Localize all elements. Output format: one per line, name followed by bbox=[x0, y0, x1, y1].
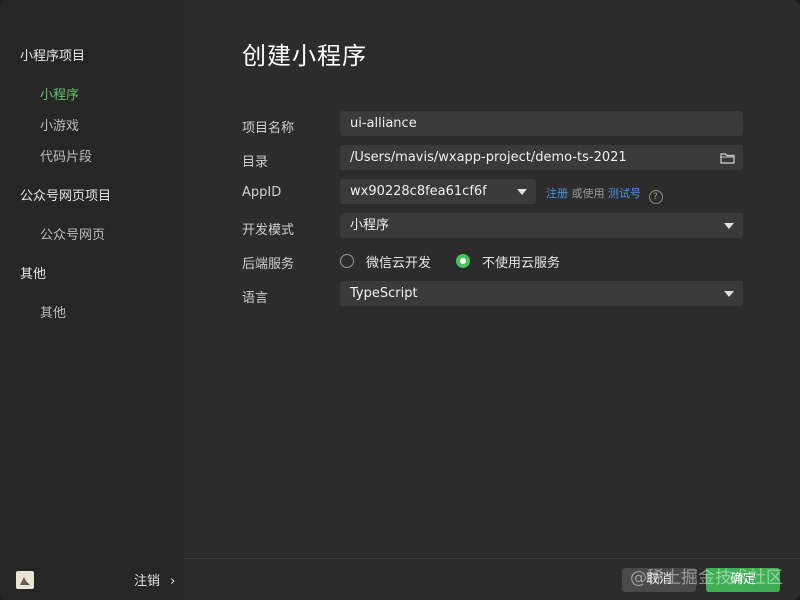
sidebar-item-miniprogram[interactable]: 小程序 bbox=[40, 84, 79, 103]
sidebar-item-other[interactable]: 其他 bbox=[40, 302, 66, 321]
folder-icon[interactable] bbox=[720, 152, 735, 164]
chevron-right-icon: › bbox=[170, 574, 176, 589]
sidebar-section-official-account: 公众号网页项目 bbox=[20, 189, 112, 204]
project-name-input[interactable]: ui-alliance bbox=[340, 111, 743, 136]
directory-label: 目录 bbox=[242, 155, 269, 170]
register-link[interactable]: 注册 bbox=[546, 187, 568, 200]
radio-wechat-cloud[interactable] bbox=[340, 254, 354, 268]
create-miniprogram-window: 小程序项目 小程序 小游戏 代码片段 公众号网页项目 公众号网页 其他 其他 注… bbox=[0, 0, 800, 600]
directory-input[interactable]: /Users/mavis/wxapp-project/demo-ts-2021 bbox=[340, 145, 743, 170]
appid-select[interactable]: wx90228c8fea61cf6f bbox=[340, 179, 536, 204]
chevron-down-icon bbox=[724, 223, 734, 229]
radio-wechat-cloud-label[interactable]: 微信云开发 bbox=[366, 252, 431, 271]
backend-service-label: 后端服务 bbox=[242, 257, 295, 272]
radio-no-cloud-label[interactable]: 不使用云服务 bbox=[482, 252, 560, 271]
page-title: 创建小程序 bbox=[242, 42, 367, 70]
appid-label: AppID bbox=[242, 185, 282, 200]
logout-label: 注销 bbox=[134, 574, 161, 589]
sidebar-section-other: 其他 bbox=[20, 267, 47, 282]
avatar[interactable] bbox=[16, 571, 34, 589]
radio-no-cloud[interactable] bbox=[456, 254, 470, 268]
language-select[interactable]: TypeScript bbox=[340, 281, 743, 306]
footer-bar: 取消 确定 @稀土掘金技术社区 bbox=[184, 558, 800, 600]
sidebar-item-official-account-web[interactable]: 公众号网页 bbox=[40, 224, 105, 243]
watermark: @稀土掘金技术社区 bbox=[630, 568, 783, 588]
avatar-image-icon bbox=[20, 577, 30, 585]
sidebar-section-miniprogram-project: 小程序项目 bbox=[20, 49, 86, 64]
sidebar: 小程序项目 小程序 小游戏 代码片段 公众号网页项目 公众号网页 其他 其他 注… bbox=[0, 0, 184, 600]
directory-value: /Users/mavis/wxapp-project/demo-ts-2021 bbox=[350, 150, 627, 165]
chevron-down-icon bbox=[724, 291, 734, 297]
project-name-value: ui-alliance bbox=[350, 116, 417, 131]
chevron-down-icon bbox=[517, 189, 527, 195]
dev-mode-label: 开发模式 bbox=[242, 223, 295, 238]
sidebar-item-code-snippet[interactable]: 代码片段 bbox=[40, 146, 92, 165]
project-name-label: 项目名称 bbox=[242, 121, 295, 136]
appid-value: wx90228c8fea61cf6f bbox=[350, 184, 487, 199]
logout-button[interactable]: 注销 › bbox=[134, 570, 175, 589]
main-panel: 创建小程序 项目名称 ui-alliance 目录 /Users/mavis/w… bbox=[184, 0, 800, 600]
test-account-link[interactable]: 测试号 bbox=[608, 187, 641, 200]
sidebar-item-minigame[interactable]: 小游戏 bbox=[40, 115, 79, 134]
language-label: 语言 bbox=[242, 291, 269, 306]
language-value: TypeScript bbox=[350, 286, 418, 301]
dev-mode-select[interactable]: 小程序 bbox=[340, 213, 743, 238]
help-icon[interactable]: ? bbox=[648, 190, 663, 204]
dev-mode-value: 小程序 bbox=[350, 218, 390, 233]
or-use-text: 或使用 bbox=[571, 187, 605, 200]
appid-links: 注册 或使用 测试号 ? bbox=[546, 185, 663, 204]
